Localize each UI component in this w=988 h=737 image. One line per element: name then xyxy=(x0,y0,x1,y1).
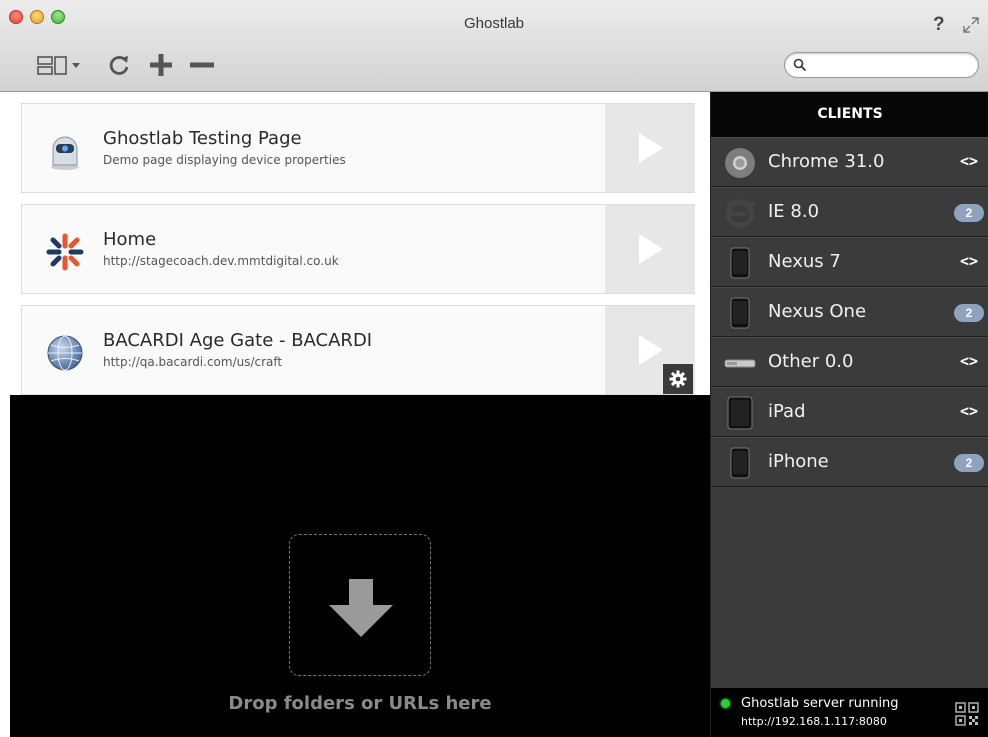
drop-zone[interactable] xyxy=(289,534,431,676)
projects-pane: Ghostlab Testing Page Demo page displayi… xyxy=(10,92,710,737)
client-sync-toggle[interactable]: <> xyxy=(960,352,978,370)
phone-icon xyxy=(730,447,750,479)
window-title: Ghostlab xyxy=(463,15,525,32)
project-subtitle: http://stagecoach.dev.mmtdigital.co.uk xyxy=(103,254,339,268)
client-sync-toggle[interactable]: <> xyxy=(960,152,978,170)
play-icon xyxy=(639,234,663,264)
gear-icon xyxy=(669,370,687,388)
client-name: iPhone xyxy=(768,451,829,472)
search-field[interactable] xyxy=(784,52,979,78)
plus-icon xyxy=(150,54,172,76)
search-input[interactable] xyxy=(813,56,971,74)
server-status-bar: Ghostlab server running http://192.168.1… xyxy=(711,688,988,737)
layout-menu-button[interactable] xyxy=(36,52,90,78)
download-arrow-icon xyxy=(329,579,393,637)
app-window: Ghostlab ? Ghostlab Testing Page Demo pa… xyxy=(0,0,988,737)
qr-code-icon[interactable] xyxy=(954,701,980,727)
client-name: Nexus 7 xyxy=(768,251,841,272)
client-name: iPad xyxy=(768,401,806,422)
clients-panel: CLIENTS Chrome 31.0 <> IE 8.0 2 Nexus 7 … xyxy=(710,92,988,737)
tablet-icon xyxy=(727,396,753,430)
project-item[interactable]: BACARDI Age Gate - BACARDI http://qa.bac… xyxy=(21,305,695,395)
play-icon xyxy=(639,335,663,365)
project-settings-button[interactable] xyxy=(663,364,693,394)
start-project-button[interactable] xyxy=(605,205,695,293)
title-toolbar: Ghostlab ? xyxy=(0,0,988,92)
help-button[interactable]: ? xyxy=(933,14,945,36)
client-name: Nexus One xyxy=(768,301,867,322)
project-item[interactable]: Home http://stagecoach.dev.mmtdigital.co… xyxy=(21,204,695,294)
client-count-badge: 2 xyxy=(954,304,984,322)
server-url[interactable]: http://192.168.1.117:8080 xyxy=(741,715,887,728)
client-item[interactable]: Other 0.0 <> xyxy=(711,337,988,387)
fullscreen-icon[interactable] xyxy=(962,16,980,34)
project-title: Ghostlab Testing Page xyxy=(103,128,302,149)
client-item[interactable]: Chrome 31.0 <> xyxy=(711,137,988,187)
clients-header: CLIENTS xyxy=(711,92,988,137)
client-item[interactable]: Nexus One 2 xyxy=(711,287,988,337)
client-name: Chrome 31.0 xyxy=(768,151,885,172)
client-count-badge: 2 xyxy=(954,204,984,222)
project-subtitle: Demo page displaying device properties xyxy=(103,153,346,167)
client-item[interactable]: iPhone 2 xyxy=(711,437,988,487)
ghost-icon xyxy=(51,136,79,170)
client-item[interactable]: Nexus 7 <> xyxy=(711,237,988,287)
client-sync-toggle[interactable]: <> xyxy=(960,252,978,270)
minus-icon xyxy=(190,62,214,68)
globe-icon xyxy=(47,335,83,371)
project-title: BACARDI Age Gate - BACARDI xyxy=(103,330,373,351)
layout-icon xyxy=(37,56,80,75)
client-item[interactable]: iPad <> xyxy=(711,387,988,437)
phone-icon xyxy=(730,247,750,279)
status-indicator-icon xyxy=(721,699,730,708)
project-subtitle: http://qa.bacardi.com/us/craft xyxy=(103,355,283,369)
project-list: Ghostlab Testing Page Demo page displayi… xyxy=(10,92,710,395)
device-icon xyxy=(724,359,756,368)
asterisk-logo-icon xyxy=(46,233,84,271)
add-button[interactable] xyxy=(146,52,176,78)
start-project-button[interactable] xyxy=(605,104,695,192)
project-title: Home xyxy=(103,229,157,250)
server-status-text: Ghostlab server running xyxy=(741,696,899,711)
client-name: IE 8.0 xyxy=(768,201,820,222)
ie-icon xyxy=(725,199,756,228)
remove-button[interactable] xyxy=(187,52,217,78)
search-icon xyxy=(793,58,807,72)
refresh-button[interactable] xyxy=(104,52,134,78)
client-name: Other 0.0 xyxy=(768,351,854,372)
client-sync-toggle[interactable]: <> xyxy=(960,402,978,420)
project-item[interactable]: Ghostlab Testing Page Demo page displayi… xyxy=(21,103,695,193)
chrome-icon xyxy=(725,148,755,178)
refresh-icon xyxy=(109,56,129,75)
client-count-badge: 2 xyxy=(954,454,984,472)
drop-zone-label: Drop folders or URLs here xyxy=(228,693,492,714)
phone-icon xyxy=(730,297,750,329)
client-item[interactable]: IE 8.0 2 xyxy=(711,187,988,237)
play-icon xyxy=(639,133,663,163)
